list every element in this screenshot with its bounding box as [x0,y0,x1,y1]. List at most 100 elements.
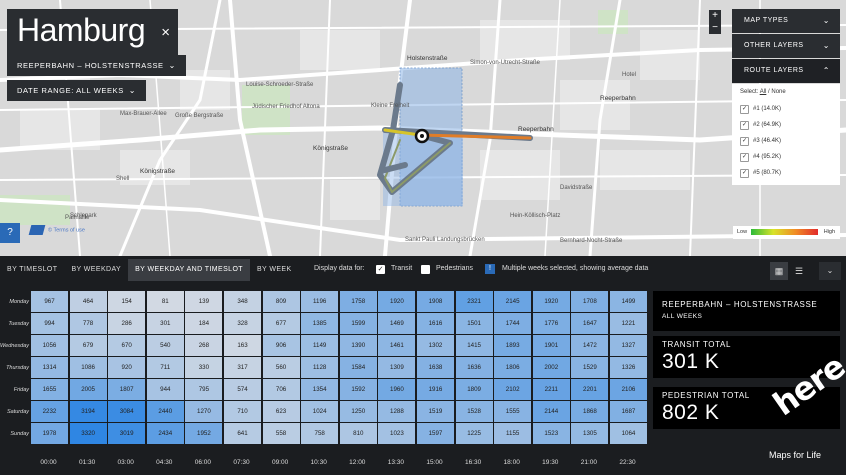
route-checkbox[interactable]: ✓ [740,120,749,130]
heatmap-cell[interactable]: 1501 [454,312,494,335]
heatmap-cell[interactable]: 1305 [570,422,610,445]
heatmap-cell[interactable]: 1023 [377,422,417,445]
heatmap-cell[interactable]: 1687 [609,400,648,423]
heatmap-cell[interactable]: 1314 [30,356,69,379]
heatmap-cell[interactable]: 184 [184,312,224,335]
heatmap-cell[interactable]: 809 [261,290,301,313]
heatmap-cell[interactable]: 1064 [609,422,648,445]
heatmap-cell[interactable]: 1807 [107,378,147,401]
heatmap-cell[interactable]: 641 [223,422,262,445]
heatmap-cell[interactable]: 464 [68,290,108,313]
heatmap-cell[interactable]: 706 [261,378,301,401]
route-item[interactable]: ✓ #3 (46.4K) [740,133,832,149]
heatmap-cell[interactable]: 3084 [107,400,147,423]
heatmap-cell[interactable]: 2106 [609,378,648,401]
heatmap-cell[interactable]: 1636 [454,356,494,379]
grid-view-button[interactable]: ▦ [770,262,788,280]
heatmap-cell[interactable]: 679 [68,334,108,357]
heatmap-cell[interactable]: 623 [261,400,301,423]
heatmap-cell[interactable]: 1584 [338,356,378,379]
heatmap-cell[interactable]: 1221 [609,312,648,335]
route-item[interactable]: ✓ #2 (64.9K) [740,117,832,133]
heatmap-cell[interactable]: 1326 [609,356,648,379]
heatmap-cell[interactable]: 1758 [338,290,378,313]
heatmap-cell[interactable]: 1472 [570,334,610,357]
heatmap-cell[interactable]: 1519 [416,400,455,423]
heatmap-cell[interactable]: 1592 [338,378,378,401]
location-dropdown[interactable]: REEPERBAHN – HOLSTENSTRASSE ⌄ [7,55,186,76]
heatmap-cell[interactable]: 1128 [300,356,340,379]
heatmap-cell[interactable]: 328 [223,312,262,335]
route-checkbox[interactable]: ✓ [740,136,749,146]
heatmap-cell[interactable]: 1647 [570,312,610,335]
route-checkbox[interactable]: ✓ [740,152,749,162]
collapse-panel-button[interactable]: ⌄ [819,262,841,280]
heatmap-cell[interactable]: 317 [223,356,262,379]
heatmap-cell[interactable]: 268 [184,334,224,357]
heatmap-cell[interactable]: 2434 [145,422,185,445]
heatmap-cell[interactable]: 139 [184,290,224,313]
heatmap-cell[interactable]: 2144 [531,400,571,423]
zoom-in-button[interactable]: + [709,10,721,22]
heatmap-cell[interactable]: 1385 [300,312,340,335]
heatmap-cell[interactable]: 1250 [338,400,378,423]
heatmap-cell[interactable]: 1809 [454,378,494,401]
route-item[interactable]: ✓ #1 (14.0K) [740,101,832,117]
heatmap-cell[interactable]: 1469 [377,312,417,335]
heatmap-cell[interactable]: 1908 [416,290,455,313]
heatmap-cell[interactable]: 2102 [493,378,533,401]
heatmap-cell[interactable]: 1920 [531,290,571,313]
date-range-dropdown[interactable]: DATE RANGE: ALL WEEKS ⌄ [7,80,147,101]
heatmap-cell[interactable]: 1893 [493,334,533,357]
heatmap-cell[interactable]: 1461 [377,334,417,357]
heatmap-cell[interactable]: 906 [261,334,301,357]
route-checkbox[interactable]: ✓ [740,168,749,178]
heatmap-cell[interactable]: 1086 [68,356,108,379]
heatmap-cell[interactable]: 1776 [531,312,571,335]
heatmap-cell[interactable]: 1024 [300,400,340,423]
heatmap-cell[interactable]: 3019 [107,422,147,445]
select-all-link[interactable]: All [760,89,767,95]
heatmap-cell[interactable]: 2232 [30,400,69,423]
heatmap-cell[interactable]: 348 [223,290,262,313]
pedestrians-checkbox[interactable] [421,265,430,274]
heatmap-cell[interactable]: 286 [107,312,147,335]
heatmap-cell[interactable]: 1952 [184,422,224,445]
heatmap-cell[interactable]: 1390 [338,334,378,357]
heatmap-cell[interactable]: 1916 [416,378,455,401]
heatmap-cell[interactable]: 1354 [300,378,340,401]
heatmap-cell[interactable]: 560 [261,356,301,379]
heatmap-cell[interactable]: 1196 [300,290,340,313]
heatmap-cell[interactable]: 944 [145,378,185,401]
list-view-button[interactable]: ☰ [790,262,808,280]
heatmap-cell[interactable]: 2211 [531,378,571,401]
heatmap-cell[interactable]: 154 [107,290,147,313]
route-layers-menu[interactable]: ROUTE LAYERS ⌃ [732,59,840,83]
heatmap-cell[interactable]: 1638 [416,356,455,379]
heatmap-cell[interactable]: 920 [107,356,147,379]
route-item[interactable]: ✓ #4 (95.2K) [740,149,832,165]
heatmap-cell[interactable]: 81 [145,290,185,313]
heatmap-cell[interactable]: 710 [223,400,262,423]
heatmap-cell[interactable]: 711 [145,356,185,379]
heatmap-cell[interactable]: 1978 [30,422,69,445]
heatmap-cell[interactable]: 1655 [30,378,69,401]
heatmap-cell[interactable]: 2002 [531,356,571,379]
heatmap-cell[interactable]: 1616 [416,312,455,335]
close-icon[interactable]: × [161,24,170,41]
heatmap-cell[interactable]: 1806 [493,356,533,379]
tab-by-weekday-and-timeslot[interactable]: BY WEEKDAY AND TIMESLOT [128,259,250,281]
heatmap-cell[interactable]: 1597 [416,422,455,445]
heatmap-cell[interactable]: 1149 [300,334,340,357]
heatmap-cell[interactable]: 1499 [609,290,648,313]
heatmap-cell[interactable]: 1599 [338,312,378,335]
other-layers-menu[interactable]: OTHER LAYERS ⌄ [732,34,840,58]
tab-by-weekday[interactable]: BY WEEKDAY [64,259,128,281]
heatmap-cell[interactable]: 1901 [531,334,571,357]
heatmap-cell[interactable]: 1309 [377,356,417,379]
heatmap-cell[interactable]: 758 [300,422,340,445]
heatmap-cell[interactable]: 2005 [68,378,108,401]
route-item[interactable]: ✓ #5 (80.7K) [740,165,832,181]
heatmap-cell[interactable]: 994 [30,312,69,335]
heatmap-cell[interactable]: 540 [145,334,185,357]
